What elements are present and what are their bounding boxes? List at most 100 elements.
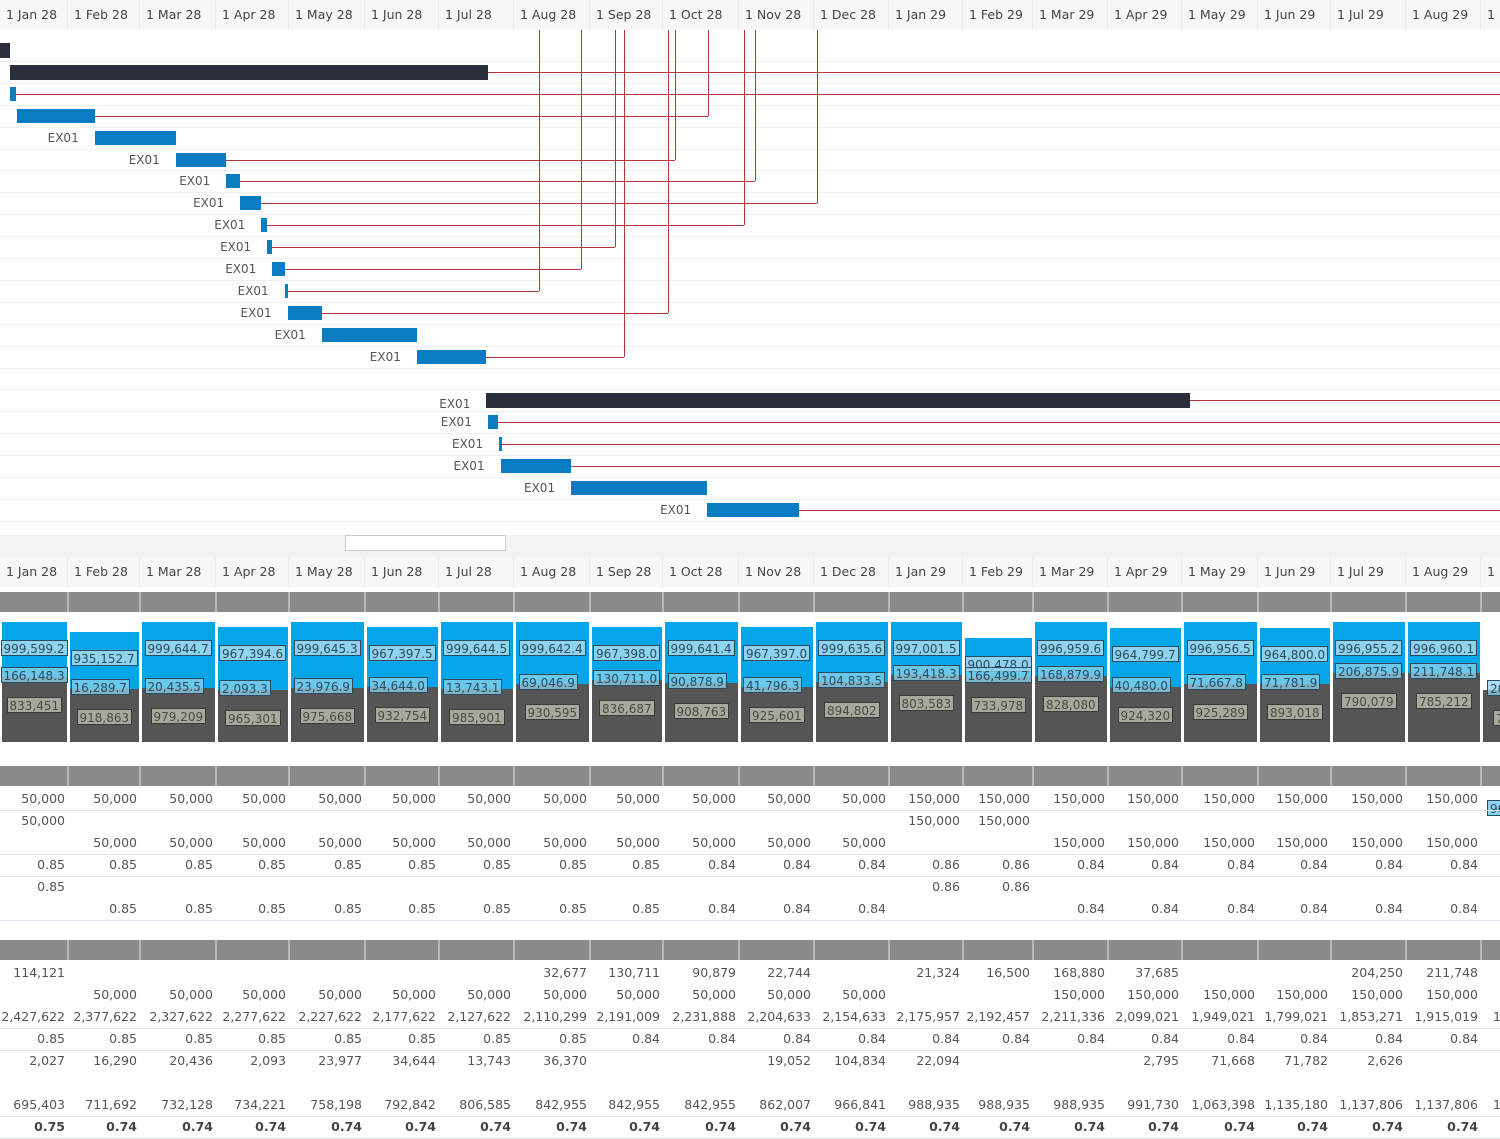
task-bar[interactable] (17, 109, 95, 123)
scrollbar-thumb[interactable] (345, 535, 506, 551)
capacity-value: 996,955.2 (1335, 640, 1402, 656)
month-header-cell: 1 Feb 29 (963, 0, 1033, 30)
dependency-line (668, 30, 669, 313)
column-separator (67, 940, 69, 960)
table-cell: 0.85 (514, 1028, 587, 1050)
table-cell: 50,000 (0, 810, 65, 832)
demand-value: 69,046.9 (519, 674, 578, 690)
horizontal-scrollbar[interactable] (0, 535, 1500, 557)
dependency-line (675, 30, 676, 160)
column-separator (67, 766, 69, 786)
table-cell: 0.84 (1108, 1028, 1179, 1050)
table-cell: 0.74 (68, 1116, 137, 1138)
table-cell: 0.85 (140, 1028, 213, 1050)
gantt-row-divider (0, 499, 1500, 500)
task-bar[interactable] (95, 131, 176, 145)
demand-value: 166,148.3 (1, 667, 68, 683)
table-cell: 21,324 (889, 962, 960, 984)
month-header-cell: 1 Apr 28 (216, 557, 289, 587)
table-cell: 150,000 (1331, 832, 1403, 854)
task-label: EX01 (220, 240, 251, 254)
remaining-value: 785,212 (1416, 693, 1472, 709)
dependency-line (571, 466, 1500, 467)
column-separator (1480, 940, 1482, 960)
column-separator (1107, 592, 1109, 612)
task-bar[interactable] (501, 459, 572, 473)
table-cell: 0.85 (439, 898, 511, 920)
task-bar[interactable] (240, 196, 261, 210)
table-cell: 0.74 (739, 1116, 811, 1138)
summary-bar[interactable] (486, 393, 1189, 408)
summary-bar[interactable] (0, 43, 10, 58)
table-cell: 0.85 (365, 898, 436, 920)
month-header-cell: 1 Oct 28 (663, 0, 739, 30)
task-label: EX01 (241, 306, 272, 320)
demand-value: 20,435.5 (145, 678, 204, 694)
task-bar[interactable] (226, 174, 240, 188)
demand-value: 71,781.9 (1261, 674, 1320, 690)
column-separator (1181, 940, 1183, 960)
month-header-cell: 1 Aug 28 (514, 0, 590, 30)
remaining-value: 894,802 (824, 702, 880, 718)
column-separator (215, 940, 217, 960)
task-bar[interactable] (288, 306, 322, 320)
gantt-row-divider (0, 280, 1500, 281)
demand-value: 168,879.9 (1037, 666, 1104, 682)
table-cell: 0.84 (1258, 1028, 1328, 1050)
demand-value: 40,480.0 (1112, 677, 1171, 693)
task-bar[interactable] (272, 262, 284, 276)
table-cell: 0.74 (365, 1116, 436, 1138)
table-cell: 150,000 (889, 810, 960, 832)
table-cell: 2,231,888 (663, 1006, 736, 1028)
table-cell: 2,191,009 (590, 1006, 660, 1028)
table-row: 50,000150,000150,000 (0, 810, 1500, 832)
capacity-value: 999,644.5 (443, 640, 510, 656)
table-row: 695,403711,692732,128734,221758,198792,8… (0, 1094, 1500, 1117)
table-cell: 0.85 (439, 1028, 511, 1050)
table-cell: 0.86 (963, 854, 1030, 876)
month-header-cell: 1 (1481, 557, 1500, 587)
task-bar[interactable] (417, 350, 486, 364)
task-bar[interactable] (488, 415, 498, 429)
capacity-value: 996,956.5 (1187, 640, 1254, 656)
remaining-value: 965,301 (225, 710, 281, 726)
table-cell: 1 (1481, 1094, 1500, 1116)
column-separator (662, 766, 664, 786)
column-separator (1032, 766, 1034, 786)
table-cell: 2,192,457 (963, 1006, 1030, 1028)
table-cell: 50,000 (739, 788, 811, 810)
table-cell: 0.85 (365, 1028, 436, 1050)
month-header-cell: 1 Jan 29 (889, 0, 963, 30)
table-cell: 130,711 (590, 962, 660, 984)
table-cell: 0.84 (590, 1028, 660, 1050)
table-row: 0.850.850.850.850.850.850.850.850.850.84… (0, 854, 1500, 877)
task-bar[interactable] (176, 153, 227, 167)
table-cell: 2,027 (0, 1050, 65, 1072)
table-cell: 2,099,021 (1108, 1006, 1179, 1028)
column-separator (813, 592, 815, 612)
task-bar[interactable] (322, 328, 417, 342)
column-separator (1257, 592, 1259, 612)
table-cell: 150,000 (1182, 832, 1255, 854)
capacity-value: 996,959.6 (1037, 640, 1104, 656)
capacity-value: 996,960.1 (1410, 640, 1477, 656)
column-separator (738, 592, 740, 612)
table-cell: 211,748 (1406, 962, 1478, 984)
table-cell: 2,177,622 (365, 1006, 436, 1028)
summary-bar[interactable] (10, 65, 488, 80)
table-cell: 2,127,622 (439, 1006, 511, 1028)
capacity-value: 999,635.6 (818, 640, 885, 656)
month-header-cell: 1 Jun 28 (365, 557, 439, 587)
table-cell: 0.84 (1331, 898, 1403, 920)
task-label: EX01 (452, 437, 483, 451)
table-cell: 0.84 (814, 854, 886, 876)
table-cell: 988,935 (889, 1094, 960, 1116)
table-cell: 0.74 (1182, 1116, 1255, 1138)
month-header-cell: 1 Jul 28 (439, 557, 514, 587)
gantt-row-divider (0, 455, 1500, 456)
table-cell: 168,880 (1033, 962, 1105, 984)
table-cell: 2,626 (1331, 1050, 1403, 1072)
task-bar[interactable] (571, 481, 707, 495)
task-bar[interactable] (707, 503, 799, 517)
month-header-cell: 1 Aug 28 (514, 557, 590, 587)
